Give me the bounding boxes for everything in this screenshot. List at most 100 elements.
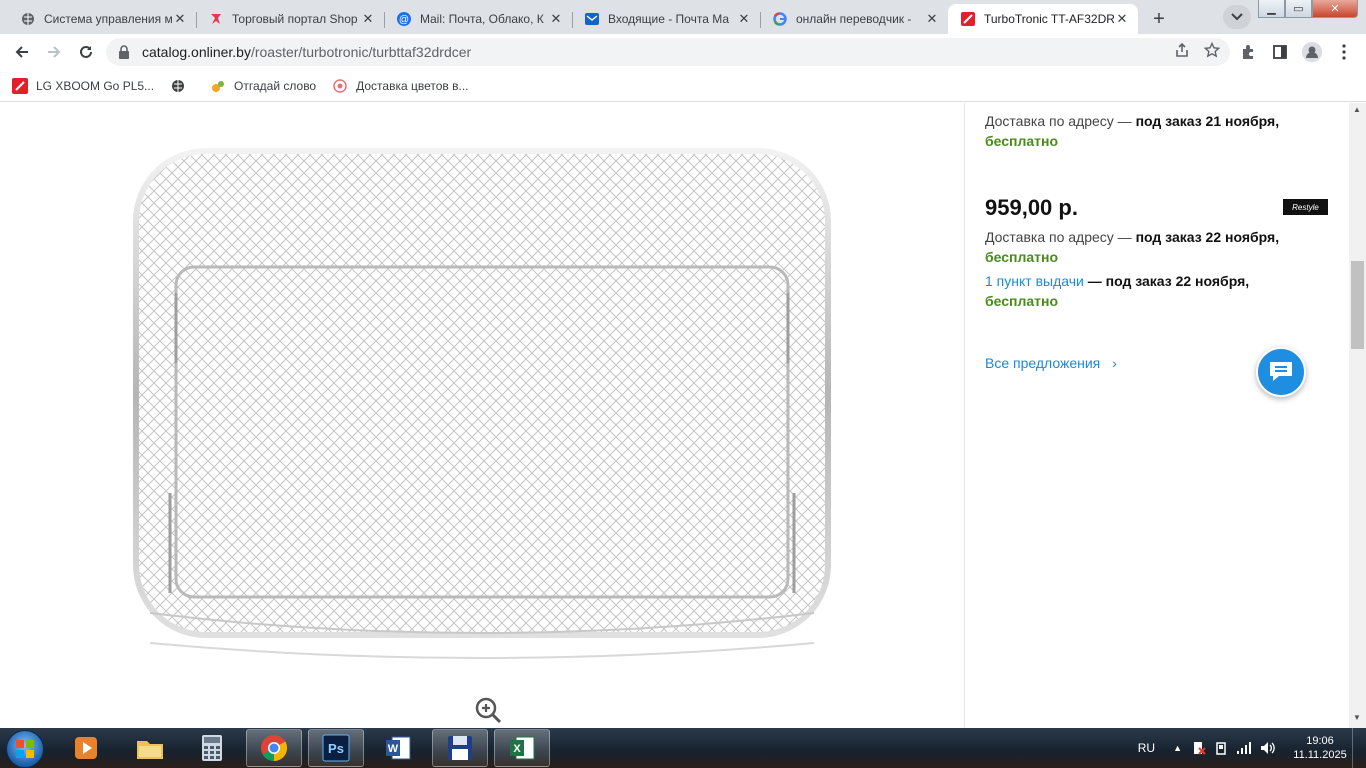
scroll-thumb[interactable] [1351,261,1364,349]
offer-price[interactable]: 959,00 р. [985,195,1078,221]
forward-button[interactable] [40,38,68,66]
tab-5[interactable]: онлайн переводчик - ✕ [760,4,948,34]
tab-title: Торговый портал Shop [232,12,358,26]
chevron-down-icon [1231,13,1243,21]
zoom-in-icon[interactable] [473,695,503,725]
avatar-icon [1302,42,1322,62]
offer-2-pickup: 1 пункт выдачи — под заказ 22 ноября, [985,271,1249,291]
star-icon[interactable] [1204,42,1220,58]
tab-title: Mail: Почта, Облако, К [420,12,544,26]
bookmark-label: Отгадай слово [234,78,317,93]
lock-icon [119,45,129,59]
offer-1-delivery: Доставка по адресу — под заказ 21 ноября… [985,111,1279,131]
share-icon[interactable] [1174,42,1190,58]
game-icon [210,78,226,94]
action-center-icon[interactable] [1192,741,1206,755]
address-bar[interactable]: catalog.onliner.by/roaster/turbotronic/t… [106,38,1230,66]
delivery-date: под заказ 22 ноября, [1135,229,1280,245]
pickup-link[interactable]: 1 пункт выдачи [985,273,1084,289]
chevron-right-icon: › [1112,355,1117,371]
language-indicator[interactable]: RU [1138,741,1155,755]
bookmark-globe[interactable] [170,78,194,94]
svg-text:X: X [513,743,521,755]
tab-search-button[interactable] [1223,5,1251,29]
show-hidden-icons[interactable]: ▲ [1173,743,1182,753]
reload-button[interactable] [72,38,100,66]
side-panel-icon [1273,45,1287,59]
bookmark-label: Доставка цветов в... [356,78,469,93]
start-button[interactable] [6,730,44,768]
url-path: /roaster/turbotronic/turbttaf32drdcer [250,44,472,60]
bookmark-guess-word[interactable]: Отгадай слово [210,78,316,94]
scroll-down-icon[interactable]: ▼ [1353,713,1361,722]
delivery-label: Доставка по адресу — [985,229,1136,245]
back-button[interactable] [8,38,36,66]
calculator-icon[interactable] [184,729,240,767]
puzzle-icon [1243,45,1253,59]
close-icon[interactable]: ✕ [172,11,188,27]
file-explorer-icon[interactable] [122,729,178,767]
all-offers-link[interactable]: Все предложения › [985,353,1117,373]
close-icon[interactable]: ✕ [924,11,940,27]
device-icon[interactable] [1214,741,1228,755]
tab-4[interactable]: Входящие - Почта Ма ✕ [572,4,761,34]
mail-at-icon: @ [396,11,412,27]
new-tab-button[interactable]: + [1146,6,1172,32]
clock[interactable]: 19:06 11.11.2025 [1288,734,1352,762]
vertical-scrollbar[interactable]: ▲ ▼ [1349,103,1366,728]
show-desktop-button[interactable] [1352,728,1366,768]
delivery-label: Доставка по адресу — [985,113,1136,129]
close-icon[interactable]: ✕ [736,11,752,27]
photoshop-icon[interactable]: Ps [308,729,364,767]
save-disk-icon[interactable] [432,729,488,767]
extensions-button[interactable] [1234,38,1262,66]
svg-text:W: W [388,743,399,755]
tab-strip: Система управления м ✕ Торговый портал S… [0,0,1366,34]
tab-title: Входящие - Почта Ма [608,12,730,26]
product-image[interactable] [130,143,834,663]
tab-2[interactable]: Торговый портал Shop ✕ [196,4,385,34]
bookmark-lg-xboom[interactable]: LG XBOOM Go PL5... [12,77,155,94]
menu-button[interactable] [1330,38,1358,66]
chat-button[interactable] [1256,347,1306,397]
offer-2-delivery: Доставка по адресу — под заказ 22 ноября… [985,227,1279,247]
close-icon[interactable]: ✕ [1114,11,1130,27]
url-host: catalog.onliner.by [142,44,251,60]
delivery-date: под заказ 21 ноября, [1135,113,1280,129]
tab-active[interactable]: TurboTronic TT-AF32DR ✕ [948,4,1138,34]
close-icon[interactable]: ✕ [548,11,564,27]
network-icon[interactable] [1236,741,1252,755]
bookmark-label: LG XBOOM Go PL5... [36,78,155,93]
scroll-up-icon[interactable]: ▲ [1353,105,1361,114]
clock-date: 11.11.2025 [1293,749,1347,761]
svg-text:@: @ [399,15,409,26]
volume-icon[interactable] [1260,741,1276,755]
windows-logo-icon [16,740,34,758]
globe-icon [170,78,186,94]
window-controls: ▁ ▭ ✕ [1258,0,1358,20]
excel-icon[interactable]: X [494,729,550,767]
svg-text:Ps: Ps [328,741,344,756]
browser-toolbar: catalog.onliner.by/roaster/turbotronic/t… [0,34,1366,70]
chat-bubble-icon [1270,362,1292,381]
kebab-menu-icon [1342,44,1346,60]
tab-1[interactable]: Система управления м ✕ [8,4,197,34]
globe-icon [20,11,36,27]
close-window-button[interactable]: ✕ [1312,0,1358,18]
bookmark-flowers[interactable]: Доставка цветов в... [332,78,469,94]
page-content: Доставка по адресу — под заказ 21 ноября… [0,103,1366,728]
tab-title: онлайн переводчик - [796,12,912,26]
profile-button[interactable] [1298,38,1326,66]
minimize-button[interactable]: ▁ [1258,0,1285,18]
tab-3[interactable]: @ Mail: Почта, Облако, К ✕ [384,4,573,34]
arrow-right-icon [48,46,61,58]
close-icon[interactable]: ✕ [360,11,376,27]
word-icon[interactable]: W [370,729,426,767]
shop-icon [208,11,224,27]
media-player-icon[interactable] [58,729,114,767]
shop-logo[interactable]: Restyle [1283,199,1328,215]
side-panel-button[interactable] [1266,38,1294,66]
tab-title: TurboTronic TT-AF32DR [984,12,1114,26]
chrome-icon[interactable] [246,729,302,767]
maximize-button[interactable]: ▭ [1285,0,1312,18]
